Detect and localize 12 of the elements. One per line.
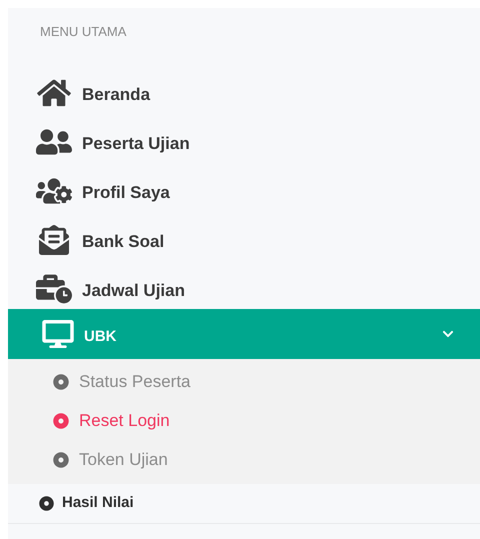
- menu-item[interactable]: Profil Saya: [8, 162, 480, 210]
- envelope-icon: [36, 224, 72, 254]
- users-gear-icon: [36, 176, 72, 206]
- users-icon: [36, 126, 72, 156]
- menu-item[interactable]: Bank Soal: [8, 210, 480, 260]
- monitor-icon: [42, 320, 74, 348]
- house-icon: [36, 78, 72, 108]
- menu-heading: MENU UTAMA: [39, 23, 128, 41]
- menu-item[interactable]: Beranda: [8, 64, 480, 112]
- menu-item[interactable]: Jadwal Ujian: [8, 260, 480, 308]
- menu-item[interactable]: Peserta Ujian: [8, 112, 480, 162]
- briefcase-clock-icon: [36, 274, 72, 304]
